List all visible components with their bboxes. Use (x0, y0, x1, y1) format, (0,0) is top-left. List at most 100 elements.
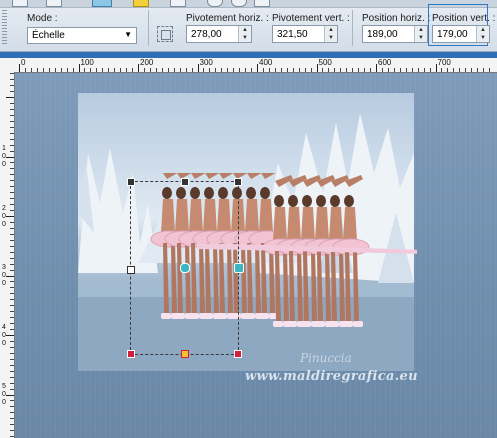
ruler-label: 3 0 0 (2, 264, 6, 287)
ruler-tick (191, 68, 193, 72)
ruler-tick (132, 68, 134, 72)
ruler-tick (405, 68, 407, 72)
position-horiz-input[interactable]: 189,00 ▲ ▼ (362, 25, 428, 43)
ruler-tick (54, 68, 56, 72)
ruler-tick (10, 436, 14, 438)
ruler-tick (10, 376, 14, 378)
tool-icon[interactable] (12, 0, 28, 7)
ruler-tick (10, 108, 14, 110)
ruler-tick (477, 68, 479, 72)
ruler-tick (10, 233, 14, 235)
tool-icon[interactable] (231, 0, 247, 7)
ruler-tick (197, 64, 199, 72)
ruler-tick (10, 352, 14, 354)
ruler-tick (10, 305, 14, 307)
ruler-tick (66, 68, 68, 72)
ruler-tick (10, 204, 14, 206)
ruler-tick (10, 120, 14, 122)
position-vert-input[interactable]: 179,00 ▲ ▼ (432, 25, 490, 43)
ruler-tick (173, 68, 175, 72)
edge-handle[interactable] (127, 266, 135, 274)
ruler-tick (10, 85, 14, 87)
tool-icon[interactable] (254, 0, 270, 7)
image-canvas[interactable]: Pinuccia www.maldiregrafica.eu (15, 73, 497, 438)
ruler-tick (10, 424, 14, 426)
ruler-tick (280, 68, 282, 72)
tool-icon[interactable] (170, 0, 186, 7)
ruler-tick (441, 68, 443, 72)
scale-mode-icon[interactable] (157, 26, 173, 42)
ruler-label: 400 (259, 58, 273, 67)
tool-options-bar: Mode : Échelle ▼ Pivotement horiz. : 278… (0, 0, 497, 52)
pivot-vert-input[interactable]: 321,50 ▲ ▼ (272, 25, 338, 43)
ruler-tick (215, 68, 217, 72)
ruler-tick (10, 132, 14, 134)
horizontal-ruler: 0 100 200 300 400 500 600 700 (0, 58, 497, 73)
ruler-tick (10, 198, 14, 200)
ruler-tick (268, 68, 270, 72)
edge-handle[interactable] (181, 178, 189, 186)
ruler-tick (346, 68, 348, 72)
toolbar-grip[interactable] (2, 10, 7, 46)
chevron-down-icon: ▼ (124, 30, 132, 39)
spin-buttons[interactable]: ▲ ▼ (476, 26, 489, 42)
ruler-tick (96, 68, 98, 72)
ruler-tick (84, 68, 86, 72)
ruler-tick (411, 68, 413, 72)
pivot-point[interactable] (180, 263, 190, 273)
spin-buttons[interactable]: ▲ ▼ (414, 26, 427, 42)
ruler-tick (393, 68, 395, 72)
pivot-horiz-value: 278,00 (191, 29, 222, 40)
corner-handle[interactable] (127, 350, 135, 358)
tool-icon[interactable] (46, 0, 62, 7)
pick-tool-icon[interactable] (92, 0, 112, 7)
tool-icon[interactable] (133, 0, 149, 7)
ruler-tick (322, 68, 324, 72)
ruler-tick (387, 68, 389, 72)
ruler-tick (10, 406, 14, 408)
ruler-tick (108, 68, 110, 72)
ruler-tick (10, 340, 14, 342)
ruler-tick (185, 68, 187, 72)
pivot-horiz-input[interactable]: 278,00 ▲ ▼ (186, 25, 252, 43)
ruler-tick (6, 216, 14, 217)
mode-select[interactable]: Échelle ▼ (27, 27, 137, 44)
ruler-tick (10, 239, 14, 241)
ruler-tick (10, 358, 14, 360)
ruler-tick (161, 68, 163, 72)
vertical-ruler: 1 0 0 2 0 0 3 0 0 4 0 0 5 0 0 (0, 72, 15, 438)
position-horiz-label: Position horiz. : (362, 13, 431, 24)
corner-handle[interactable] (127, 178, 135, 186)
ruler-tick (10, 138, 14, 140)
spin-buttons[interactable]: ▲ ▼ (324, 26, 337, 42)
ruler-tick (10, 323, 14, 325)
ruler-tick (10, 126, 14, 128)
ruler-tick (358, 68, 360, 72)
ruler-tick (447, 68, 449, 72)
corner-handle[interactable] (234, 178, 242, 186)
tool-icon[interactable] (207, 0, 223, 7)
ruler-tick (340, 68, 342, 72)
spin-buttons[interactable]: ▲ ▼ (238, 26, 251, 42)
ruler-tick (10, 364, 14, 366)
ruler-tick (10, 168, 14, 170)
ruler-tick (10, 281, 14, 283)
rotation-pivot-handle[interactable] (234, 263, 244, 273)
ruler-label: 700 (437, 58, 451, 67)
corner-handle[interactable] (234, 350, 242, 358)
ruler-tick (6, 97, 14, 98)
ruler-tick (310, 68, 312, 72)
ruler-tick (465, 68, 467, 72)
ruler-tick (10, 192, 14, 194)
ruler-tick (10, 144, 14, 146)
ruler-tick (10, 162, 14, 164)
ruler-label: 500 (318, 58, 332, 67)
mode-select-value: Échelle (32, 30, 65, 41)
edge-handle[interactable] (181, 350, 189, 358)
ruler-label: 4 0 0 (2, 323, 6, 347)
pivot-horiz-label: Pivotement horiz. : (186, 13, 269, 24)
ruler-tick (423, 68, 425, 72)
ruler-tick (10, 114, 14, 116)
ruler-tick (429, 68, 431, 72)
separator (148, 10, 149, 46)
